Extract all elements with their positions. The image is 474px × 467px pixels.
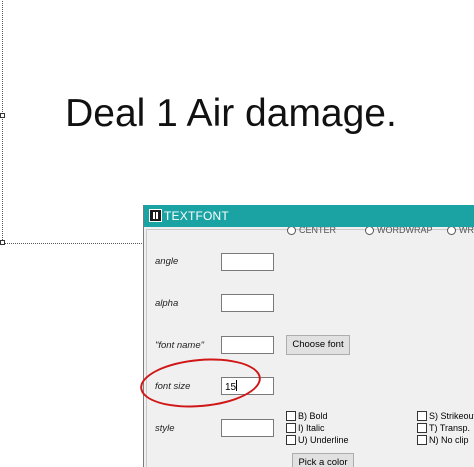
transparent-checkbox-box bbox=[417, 423, 427, 433]
alpha-label: alpha bbox=[155, 298, 179, 309]
textfont-dialog: TEXTFONT CENTER WORDWRAP WRAP angle alph… bbox=[143, 205, 474, 467]
angle-label: angle bbox=[155, 256, 179, 267]
bold-checkbox-box bbox=[286, 411, 296, 421]
strikeout-checkbox-box bbox=[417, 411, 427, 421]
alignment-radio-row: CENTER WORDWRAP WRAP bbox=[287, 227, 474, 238]
resize-handle-bottom-left[interactable] bbox=[0, 240, 5, 245]
underline-checkbox-label: U) Underline bbox=[298, 435, 349, 445]
resize-handle-left[interactable] bbox=[0, 113, 5, 118]
italic-checkbox-box bbox=[286, 423, 296, 433]
radio-center-label: CENTER bbox=[299, 227, 337, 235]
app-icon bbox=[149, 209, 162, 222]
style-input[interactable] bbox=[221, 419, 274, 437]
bold-checkbox-label: B) Bold bbox=[298, 411, 328, 421]
radio-wordwrap-label: WORDWRAP bbox=[377, 227, 433, 235]
italic-checkbox[interactable]: I) Italic bbox=[286, 423, 325, 434]
dialog-title: TEXTFONT bbox=[164, 209, 229, 223]
font-name-input[interactable] bbox=[221, 336, 274, 354]
underline-checkbox[interactable]: U) Underline bbox=[286, 435, 349, 446]
angle-input[interactable] bbox=[221, 253, 274, 271]
no-clip-checkbox-box bbox=[417, 435, 427, 445]
strikeout-checkbox[interactable]: S) Strikeout bbox=[417, 411, 474, 422]
italic-checkbox-label: I) Italic bbox=[298, 423, 325, 433]
underline-checkbox-box bbox=[286, 435, 296, 445]
pick-color-button[interactable]: Pick a color bbox=[292, 453, 354, 467]
radio-center[interactable] bbox=[287, 227, 296, 235]
alpha-input[interactable] bbox=[221, 294, 274, 312]
bold-checkbox[interactable]: B) Bold bbox=[286, 411, 328, 422]
radio-wrap[interactable] bbox=[447, 227, 456, 235]
transparent-checkbox-label: T) Transp. bbox=[429, 423, 471, 433]
dialog-content: CENTER WORDWRAP WRAP angle alpha "font n… bbox=[144, 227, 474, 467]
font-name-label: "font name" bbox=[155, 340, 204, 351]
radio-wrap-label: WRAP bbox=[459, 227, 474, 235]
strikeout-checkbox-label: S) Strikeout bbox=[429, 411, 474, 421]
canvas-text: Deal 1 Air damage. bbox=[65, 92, 397, 135]
no-clip-checkbox-label: N) No clip bbox=[429, 435, 469, 445]
radio-wordwrap[interactable] bbox=[365, 227, 374, 235]
dialog-titlebar[interactable]: TEXTFONT bbox=[144, 205, 474, 227]
style-label: style bbox=[155, 423, 175, 434]
choose-font-button[interactable]: Choose font bbox=[286, 335, 350, 355]
no-clip-checkbox[interactable]: N) No clip bbox=[417, 435, 469, 446]
options-group: CENTER WORDWRAP WRAP angle alpha "font n… bbox=[146, 227, 474, 467]
transparent-checkbox[interactable]: T) Transp. bbox=[417, 423, 470, 434]
